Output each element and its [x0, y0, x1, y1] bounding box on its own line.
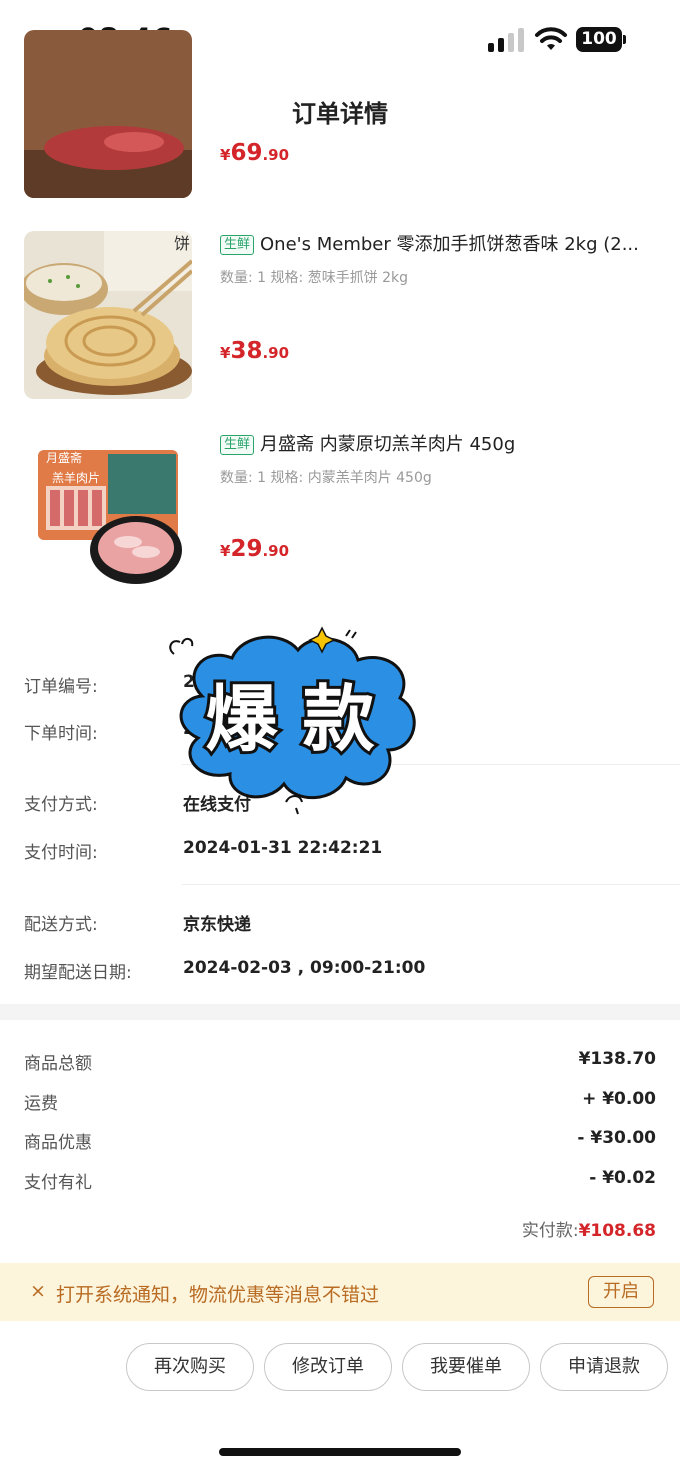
battery-level: 100 [576, 27, 622, 52]
notification-banner: × 打开系统通知，物流优惠等消息不错过 开启 [0, 1263, 680, 1321]
product-image-lamb-slices[interactable]: 月盛斋 羔羊肉片 [24, 430, 192, 598]
product-title[interactable]: 生鲜 月盛斋 内蒙原切羔羊肉片 450g [220, 432, 656, 458]
cloud-burst-icon: 爆 款 [169, 626, 416, 815]
cellular-signal-icon [488, 28, 524, 52]
enable-notification-button[interactable]: 开启 [588, 1276, 654, 1308]
product-price: ¥38.90 [220, 338, 290, 364]
product-title[interactable]: 生鲜 One's Member 零添加手抓饼葱香味 2kg (2... [220, 232, 656, 258]
svg-text:羔羊肉片: 羔羊肉片 [52, 470, 100, 485]
goods-total-label: 商品总额 [24, 1054, 92, 1074]
order-number-label: 订单编号: [24, 677, 98, 697]
product-item[interactable]: ¥69.90 [0, 30, 680, 202]
product-price: ¥69.90 [220, 140, 290, 166]
svg-text:月盛斋: 月盛斋 [46, 450, 82, 465]
pay-time-value: 2024-01-31 22:42:21 [183, 838, 383, 858]
product-item[interactable]: 月盛斋 羔羊肉片 生鲜 月盛斋 内蒙原切羔羊肉片 450g 数量: 1 规格: 内… [0, 430, 680, 600]
delivery-method-label: 配送方式: [24, 915, 98, 935]
wifi-icon [535, 27, 567, 50]
svg-text:饼: 饼 [174, 234, 190, 253]
product-item[interactable]: 饼 生鲜 One's Member 零添加手抓饼葱香味 2kg (2... 数量:… [0, 230, 680, 400]
refund-button[interactable]: 申请退款 [540, 1343, 668, 1391]
goods-total-value: ¥138.70 [578, 1049, 656, 1069]
pay-gift-label: 支付有礼 [24, 1173, 92, 1193]
expected-date-row: 期望配送日期: 2024-02-03 , 09:00-21:00 [24, 958, 656, 988]
discount-label: 商品优惠 [24, 1133, 92, 1153]
paid-amount: 实付款:¥108.68 [522, 1216, 656, 1241]
product-price: ¥29.90 [220, 536, 290, 562]
shipping-value: + ¥0.00 [582, 1089, 656, 1109]
battery-icon: 100 [576, 27, 626, 52]
goods-total-row: 商品总额 ¥138.70 [24, 1049, 656, 1079]
modify-order-button[interactable]: 修改订单 [264, 1343, 392, 1391]
pay-method-label: 支付方式: [24, 795, 98, 815]
pay-time-label: 支付时间: [24, 843, 98, 863]
product-spec: 数量: 1 规格: 葱味手抓饼 2kg [220, 270, 409, 286]
discount-value: - ¥30.00 [577, 1128, 656, 1148]
product-spec: 数量: 1 规格: 内蒙羔羊肉片 450g [220, 470, 432, 486]
product-image-meat[interactable] [24, 30, 192, 198]
home-indicator[interactable] [219, 1448, 461, 1456]
discount-row: 商品优惠 - ¥30.00 [24, 1128, 656, 1158]
svg-text:爆 款: 爆 款 [205, 677, 374, 761]
rebuy-button[interactable]: 再次购买 [126, 1343, 254, 1391]
expected-date-value: 2024-02-03 , 09:00-21:00 [183, 958, 426, 978]
hot-item-sticker: 爆 款 爆 款 [162, 626, 424, 816]
paid-value: ¥108.68 [578, 1221, 656, 1241]
fresh-tag: 生鲜 [220, 235, 255, 255]
section-gap [0, 1004, 680, 1020]
expected-date-label: 期望配送日期: [24, 963, 132, 983]
urge-order-button[interactable]: 我要催单 [402, 1343, 530, 1391]
paid-label: 实付款: [521, 1221, 579, 1241]
delivery-method-row: 配送方式: 京东快递 [24, 910, 656, 940]
shipping-label: 运费 [24, 1094, 58, 1114]
pay-gift-value: - ¥0.02 [589, 1168, 656, 1188]
delivery-method-value: 京东快递 [183, 915, 251, 935]
notification-text: 打开系统通知，物流优惠等消息不错过 [56, 1284, 380, 1306]
shipping-row: 运费 + ¥0.00 [24, 1089, 656, 1119]
fresh-tag: 生鲜 [220, 435, 255, 455]
product-image-scallion-pancake[interactable]: 饼 [24, 231, 192, 399]
pay-gift-row: 支付有礼 - ¥0.02 [24, 1168, 656, 1198]
close-icon[interactable]: × [30, 1280, 46, 1302]
pay-time-row: 支付时间: 2024-01-31 22:42:21 [24, 838, 656, 868]
divider [182, 884, 680, 885]
action-bar: 再次购买 修改订单 我要催单 申请退款 [0, 1343, 680, 1393]
order-time-label: 下单时间: [24, 724, 98, 744]
